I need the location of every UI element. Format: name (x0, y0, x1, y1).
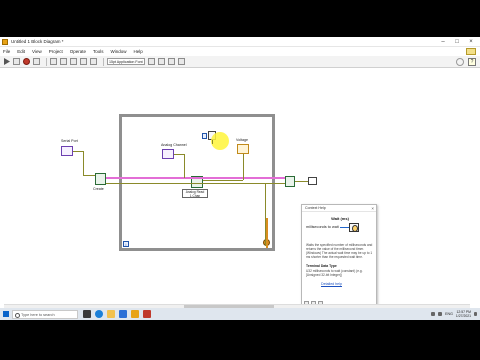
serial-port-control[interactable] (61, 146, 73, 156)
wait-constant-wire[interactable] (212, 140, 213, 144)
font-select[interactable]: 15pt Application Font (107, 58, 145, 65)
voltage-wire[interactable] (203, 180, 243, 181)
taskbar-pinned-apps (83, 310, 151, 318)
search-icon[interactable] (456, 58, 464, 66)
error-handler-node[interactable] (308, 177, 317, 185)
analog-read-selector[interactable]: Analog Read 1 Chan (182, 189, 208, 198)
error-wire[interactable] (106, 183, 285, 184)
run-continuously-icon[interactable] (13, 58, 20, 65)
vi-icon[interactable] (466, 48, 476, 55)
step-into-icon[interactable] (70, 58, 77, 65)
network-icon[interactable] (431, 312, 436, 316)
toolbar: 15pt Application Font ? (0, 56, 480, 68)
wait-constant[interactable] (202, 133, 207, 139)
toolbar-separator (103, 57, 104, 66)
letterbox-bottom (0, 320, 480, 360)
menu-bar: File Edit View Project Operate Tools Win… (0, 47, 480, 56)
run-arrow-icon[interactable] (4, 58, 10, 65)
taskbar-search-input[interactable]: Type here to search (12, 309, 78, 319)
menu-edit[interactable]: Edit (17, 49, 25, 54)
system-clock[interactable]: 12:57 PM 1/27/2021 (456, 310, 471, 318)
menu-file[interactable]: File (3, 49, 10, 54)
distribute-objects-icon[interactable] (158, 58, 165, 65)
notification-icon[interactable] (474, 312, 477, 316)
align-objects-icon[interactable] (148, 58, 155, 65)
serial-port-wire-in[interactable] (83, 175, 95, 176)
taskbar: Type here to search ENG 12:57 PM 1/27/20… (0, 308, 480, 320)
edge-browser-icon[interactable] (95, 310, 103, 318)
window-controls: – □ × (436, 37, 478, 47)
init-function-label: Create (93, 187, 104, 191)
stop-boolean-wire[interactable] (266, 218, 268, 248)
context-help-terminal-label: milliseconds to wait (306, 225, 339, 229)
labview-app-icon (2, 38, 8, 45)
voltage-wire-vertical[interactable] (243, 154, 244, 180)
labview-taskbar-icon[interactable] (131, 310, 139, 318)
detailed-help-link[interactable]: Detailed help (321, 282, 342, 286)
highlight-execution-icon[interactable] (50, 58, 57, 65)
context-help-data-type-text: U32 milliseconds to wait (constant) (e.g… (306, 269, 363, 277)
abort-icon[interactable] (23, 58, 30, 65)
menu-view[interactable]: View (32, 49, 42, 54)
window-title: Untitled 1 Block Diagram * (11, 39, 64, 44)
retain-wire-values-icon[interactable] (60, 58, 67, 65)
context-help-description: Waits the specified number of millisecon… (306, 243, 373, 259)
context-help-function-name: Wait (ms) (331, 216, 349, 221)
app-taskbar-icon[interactable] (143, 310, 151, 318)
menu-help[interactable]: Help (134, 49, 143, 54)
file-explorer-icon[interactable] (107, 310, 115, 318)
block-diagram-canvas[interactable]: Serial Port Create i Analog Channel Volt… (0, 68, 480, 308)
serial-port-wire[interactable] (73, 151, 83, 152)
menu-window[interactable]: Window (111, 49, 127, 54)
step-over-icon[interactable] (80, 58, 87, 65)
error-out-wire[interactable] (295, 181, 308, 182)
step-out-icon[interactable] (90, 58, 97, 65)
labview-window: Untitled 1 Block Diagram * – □ × File Ed… (0, 37, 480, 320)
context-help-close-icon[interactable]: × (371, 205, 374, 212)
maximize-button[interactable]: □ (450, 37, 464, 47)
refnum-wire[interactable] (106, 177, 285, 179)
volume-icon[interactable] (438, 312, 443, 316)
task-view-icon[interactable] (83, 310, 91, 318)
iteration-terminal[interactable]: i (123, 241, 129, 247)
cursor-highlight (211, 132, 229, 150)
serial-port-label: Serial Port (61, 139, 78, 143)
pause-icon[interactable] (33, 58, 40, 65)
minimize-button[interactable]: – (436, 37, 450, 47)
toolbar-separator (46, 57, 47, 66)
store-icon[interactable] (119, 310, 127, 318)
init-function-node[interactable] (95, 173, 106, 185)
menu-project[interactable]: Project (49, 49, 63, 54)
context-help-terminal-wire (340, 227, 349, 228)
context-help-window[interactable]: Context Help × Wait (ms) milliseconds to… (301, 204, 377, 308)
channel-wire[interactable] (174, 154, 184, 155)
voltage-indicator[interactable] (237, 144, 249, 154)
context-help-data-type-title: Terminal Data Type (306, 264, 337, 268)
wait-function-icon (349, 223, 359, 232)
context-help-icon[interactable]: ? (468, 58, 476, 66)
close-button[interactable]: × (464, 37, 478, 47)
analog-channel-control[interactable] (162, 149, 174, 159)
windows-logo-icon (3, 311, 9, 317)
close-function-node[interactable] (285, 176, 295, 187)
clock-date: 1/27/2021 (455, 314, 471, 318)
voltage-label: Voltage (236, 138, 248, 142)
reorder-icon[interactable] (168, 58, 175, 65)
analog-channel-label: Analog Channel (161, 143, 187, 147)
title-bar: Untitled 1 Block Diagram * – □ × (0, 37, 480, 47)
menu-tools[interactable]: Tools (93, 49, 104, 54)
serial-port-wire-vertical[interactable] (83, 151, 84, 175)
start-button[interactable] (0, 308, 12, 320)
cleanup-diagram-icon[interactable] (178, 58, 185, 65)
context-help-title: Context Help (302, 205, 376, 212)
menu-operate[interactable]: Operate (70, 49, 86, 54)
system-tray: ENG 12:57 PM 1/27/2021 (431, 308, 477, 320)
language-indicator[interactable]: ENG (445, 312, 453, 316)
letterbox-top (0, 0, 480, 37)
channel-wire-vertical[interactable] (184, 154, 185, 178)
